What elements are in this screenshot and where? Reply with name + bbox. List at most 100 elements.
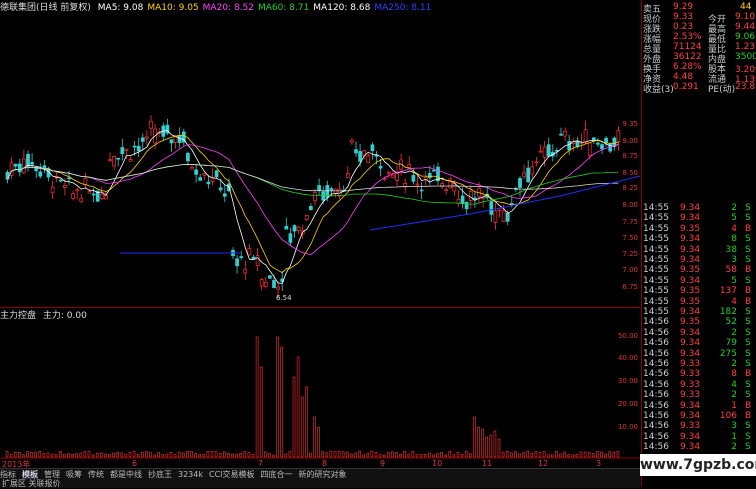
ma-label-1: MA10: 9.05 [147,3,199,13]
candle-body [505,213,510,222]
tick-row: 14:56 9.33 2 S [642,390,756,400]
quote-row: 外盘36122内盘35002 [642,52,756,65]
candle-body [63,184,67,188]
candle-body [509,203,514,205]
candle-body [71,193,75,199]
quote-cell: 2.53% [673,32,702,42]
quote-cell: 9.29 [673,2,694,12]
volume-bar [22,454,25,458]
quote-row: 现价 9.33 今开 9.10 [642,12,756,25]
tick-cell: 14:56 [643,317,669,328]
tick-cell: 14:55 [643,265,669,276]
volume-bar [276,336,279,458]
tick-cell: 9.34 [680,327,701,338]
candle-body [169,139,174,144]
volume-bar [153,454,156,458]
candle-body [415,183,420,186]
axis-month: 11 [482,459,493,468]
volume-bar [177,451,181,458]
tick-cell: S [745,307,751,317]
volume-bar [370,450,374,458]
tick-cell: S [745,379,751,390]
volume-bar [198,454,201,458]
candle-body [67,177,71,180]
volume-bar [616,451,620,458]
volume-bar [149,452,152,458]
volume-bar [13,451,17,458]
candle-body [612,137,617,147]
candle-body [75,189,80,192]
volume-bar [460,453,464,458]
tick-cell: 9.34 [680,431,701,442]
volume-bar [350,453,353,458]
quote-cell: 0.291 [673,82,699,92]
candle-body [329,188,334,191]
candle-body [288,233,293,243]
volume-bar [108,454,111,458]
candle-body [5,171,10,180]
vol-tick-label: 50.00 [618,332,638,340]
y-tick-label: 6.75 [622,283,638,291]
volume-bar [186,450,189,458]
volume-bar [555,450,558,458]
tick-cell: 14:55 [643,275,669,286]
candle-body [177,135,182,143]
candle-body [206,181,211,185]
candle-body [17,163,22,173]
volume-bar [477,426,480,458]
tick-cell: 14:56 [643,379,669,390]
candle-body [587,142,592,156]
volume-bar [83,451,87,458]
volume-bar [432,454,435,458]
tick-cell: 137 [719,286,737,297]
volume-bar [481,428,484,458]
volume-bar [358,450,361,458]
indicator-value: 主力: 0.00 [42,311,87,321]
volume-bar [9,454,13,458]
quote-cell: 9.10 [735,12,756,22]
volume-bar [530,452,534,458]
candle-body [104,195,108,200]
candle-body [38,171,43,177]
candle-body [112,155,116,167]
volume-bar [104,453,107,458]
candle-body [128,159,133,162]
candle-body [464,201,469,210]
volume-bar [71,453,74,458]
volume-bar [600,451,603,458]
volume-bar [575,454,579,458]
candle-body [432,169,436,172]
tick-cell: S [745,275,751,286]
low-price-label: 6.54 [276,294,292,302]
tick-cell: 14:55 [643,223,669,234]
volume-bar [210,451,214,458]
volume-bar [345,451,349,458]
extension-tabs[interactable]: 扩展区 关联报价 [0,478,642,488]
candle-body [366,155,371,163]
tick-cell: 14:55 [643,213,669,224]
volume-bar [296,356,300,458]
indicator-header: 主力控盘 主力: 0.00 [0,308,640,321]
volume-bar [132,450,136,458]
tick-cell: 14:56 [643,442,669,453]
volume-bar [87,450,91,458]
tick-cell: 4 [731,296,737,307]
volume-bar [354,452,357,458]
volume-bar [448,451,452,458]
volume-bar [587,451,591,458]
candle-body [247,248,252,256]
volume-bar [386,452,390,458]
candle-body [202,173,207,176]
quote-row: 净资4.48流通1.13亿 [642,72,756,85]
volume-bar [42,453,46,458]
volume-bar [452,454,456,458]
kline-chart-area[interactable]: 9.35 9.00 8.75 8.50 8.25 8.00 7.75 7.50 7.25 7.00… [0,0,640,470]
volume-bar [563,451,566,458]
indicator-title: 主力控盘 [0,311,37,321]
candle-body [124,148,129,152]
tick-row: 14:55 9.34 3 S [642,255,756,265]
tick-cell: B [745,265,752,276]
ma-line-10 [7,134,619,274]
volume-bar [288,451,292,458]
candle-body [214,170,219,178]
